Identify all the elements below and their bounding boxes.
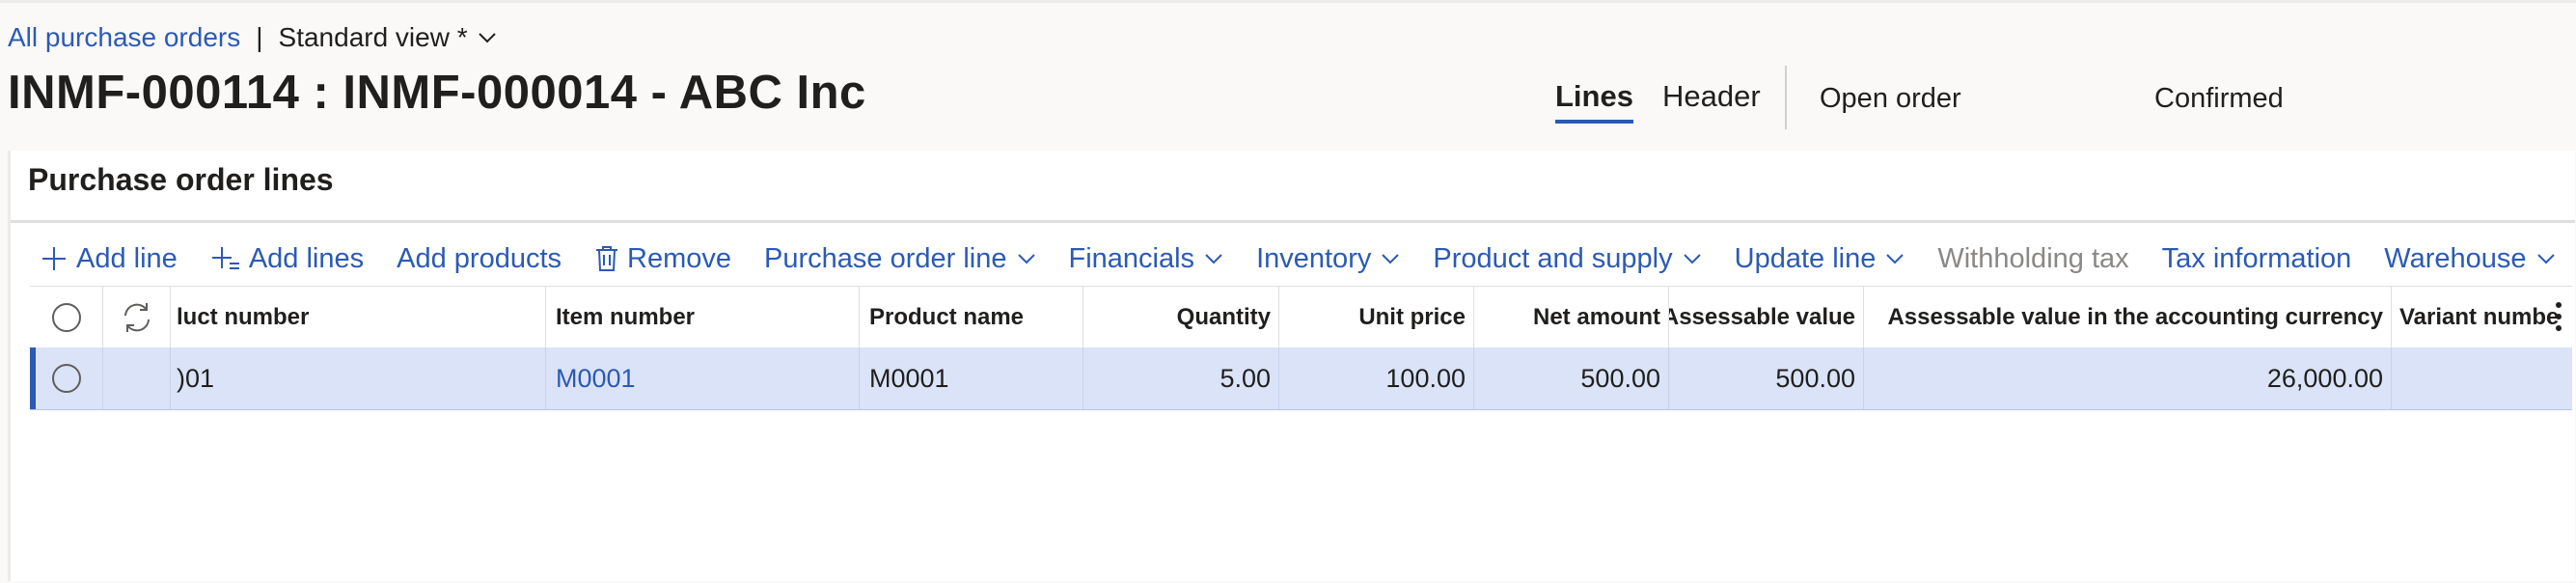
trash-icon [596,246,618,271]
lines-grid: luct number Item number Product name Qua… [30,286,2572,575]
add-products-label: Add products [397,242,562,274]
cell-product-number[interactable]: )01 [171,347,546,409]
panel-title: Purchase order lines [28,162,334,197]
chevron-down-icon [1017,254,1035,264]
chevron-down-icon [2536,254,2555,264]
row-select-radio[interactable] [51,364,81,393]
top-border [0,0,2576,3]
financials-menu[interactable]: Financials [1069,243,1224,275]
add-lines-button[interactable]: Add lines [210,243,364,275]
tax-information-label: Tax information [2161,242,2352,274]
warehouse-menu[interactable]: Warehouse [2384,243,2555,275]
add-line-label: Add line [76,242,178,274]
column-header-assessable-value[interactable]: Assessable value [1669,287,1864,348]
cell-quantity[interactable]: 5.00 [1083,347,1279,409]
select-all-column [30,287,103,348]
cell-unit-price[interactable]: 100.00 [1279,347,1474,409]
product-and-supply-label: Product and supply [1433,242,1673,274]
breadcrumb-all-purchase-orders[interactable]: All purchase orders [8,22,240,53]
order-status: Open order [1820,83,1961,114]
chevron-down-icon [1683,254,1701,264]
view-selector-label: Standard view * [278,22,468,52]
tab-strip: Lines Header [1555,79,1761,124]
chevron-down-icon [1886,254,1905,264]
breadcrumb: All purchase orders | Standard view * [8,19,497,56]
refresh-icon[interactable] [120,300,154,335]
chevron-down-icon [1382,254,1400,264]
product-and-supply-menu[interactable]: Product and supply [1433,243,1701,275]
remove-button[interactable]: Remove [594,243,731,275]
panel-divider [11,220,2575,223]
cell-assessable-value[interactable]: 500.00 [1669,347,1864,409]
tab-header[interactable]: Header [1662,79,1761,120]
grid-header: luct number Item number Product name Qua… [30,286,2572,349]
withholding-tax-button: Withholding tax [1937,243,2128,275]
add-products-button[interactable]: Add products [397,243,562,275]
tax-information-button[interactable]: Tax information [2162,243,2352,275]
cell-item-number-link[interactable]: M0001 [546,347,860,409]
update-line-label: Update line [1734,242,1877,274]
cell-assessable-value-acct[interactable]: 26,000.00 [1864,347,2392,409]
remove-label: Remove [627,242,732,274]
cell-net-amount[interactable]: 500.00 [1474,347,1669,409]
row-refresh-cell [103,347,171,409]
financials-label: Financials [1068,242,1195,274]
add-lines-icon [211,247,239,269]
column-header-product-name[interactable]: Product name [860,287,1083,348]
chevron-down-icon [478,33,496,43]
cell-product-name[interactable]: M0001 [860,347,1083,409]
column-header-variant-number[interactable]: Variant numbe [2392,287,2572,348]
lines-toolbar: Add line Add lines Add products Remove P… [40,236,2576,282]
add-lines-label: Add lines [248,242,365,274]
column-header-quantity[interactable]: Quantity [1083,287,1279,348]
header-divider [1785,66,1787,129]
cell-variant-number[interactable] [2392,347,2572,409]
refresh-column [103,287,171,348]
add-line-button[interactable]: Add line [40,243,178,275]
warehouse-label: Warehouse [2384,242,2527,274]
inventory-menu[interactable]: Inventory [1256,243,1400,275]
plus-icon [42,247,66,270]
column-header-net-amount[interactable]: Net amount [1474,287,1669,348]
approval-status: Confirmed [2154,83,2284,114]
purchase-order-line-label: Purchase order line [764,242,1007,274]
row-select-cell [30,347,103,409]
breadcrumb-separator: | [256,22,263,52]
column-header-product-number[interactable]: luct number [171,287,546,348]
column-header-unit-price[interactable]: Unit price [1279,287,1474,348]
update-line-menu[interactable]: Update line [1735,243,1905,275]
table-row[interactable]: )01 M0001 M0001 5.00 100.00 500.00 500.0… [30,347,2572,410]
chevron-down-icon [1205,254,1222,264]
column-header-assessable-value-acct[interactable]: Assessable value in the accounting curre… [1864,287,2392,348]
view-selector[interactable]: Standard view * [279,22,497,53]
withholding-tax-label: Withholding tax [1937,242,2129,274]
select-all-radio[interactable] [51,303,81,332]
inventory-label: Inventory [1256,242,1372,274]
page-title: INMF-000114 : INMF-000014 - ABC Inc [8,67,866,119]
column-header-item-number[interactable]: Item number [546,287,860,348]
tab-lines[interactable]: Lines [1555,79,1633,124]
more-icon[interactable] [2555,300,2562,333]
purchase-order-lines-panel: Purchase order lines Add line Add lines … [8,151,2575,581]
purchase-order-line-menu[interactable]: Purchase order line [764,243,1035,275]
